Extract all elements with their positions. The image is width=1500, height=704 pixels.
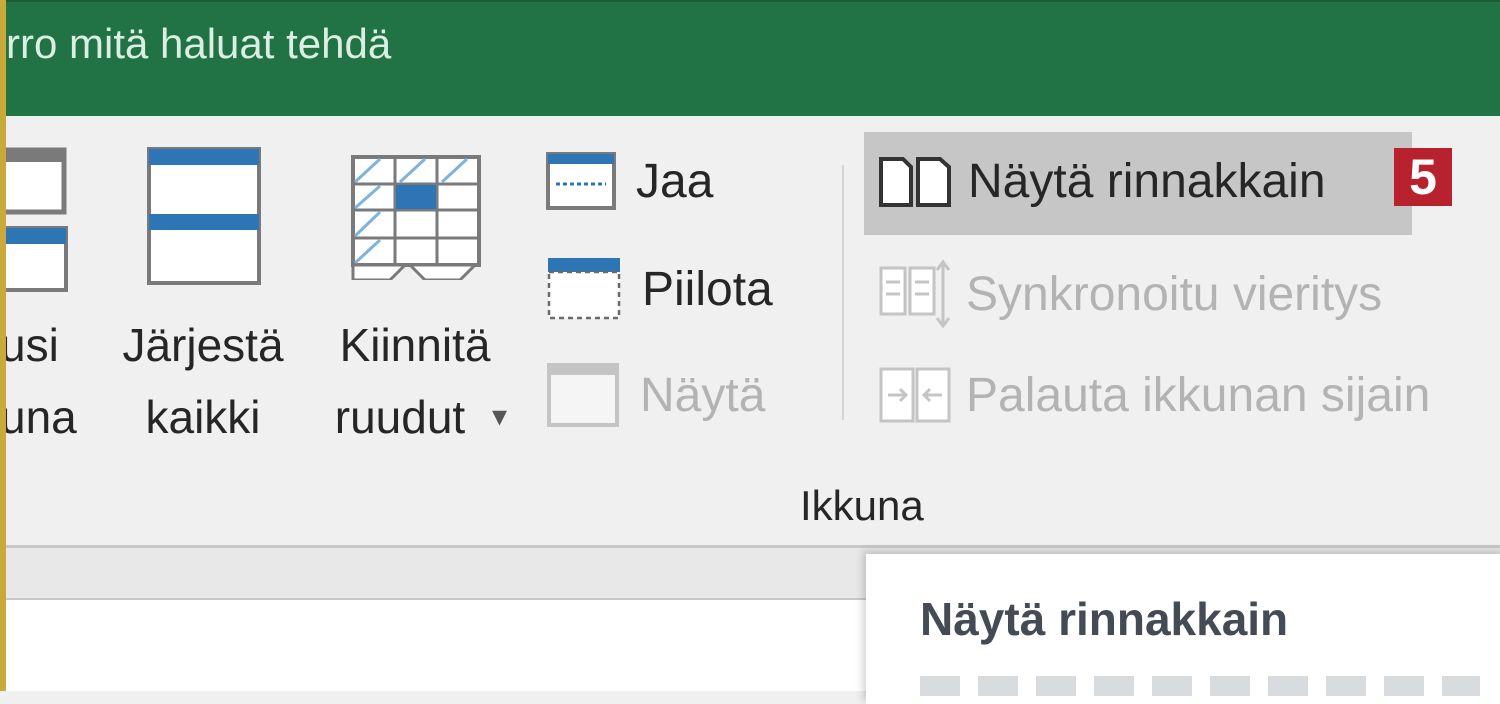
window-left-edge [0,0,6,691]
side-by-side-icon [879,156,951,207]
hide-button[interactable]: Piilota [546,256,773,322]
title-bar: rro mitä haluat tehdä [0,0,1500,116]
view-side-by-side-button[interactable]: Näytä rinnakkain [878,154,1326,209]
new-window-label-2: una [0,391,77,443]
new-window-label-1: usi [0,319,59,371]
freeze-panes-label-1: Kiinnitä [339,319,491,371]
freeze-panes-button[interactable]: Kiinnitä ruudut ▾ [310,146,530,446]
freeze-panes-label-2: ruudut [334,391,466,443]
arrange-all-icon [147,147,261,285]
split-button[interactable]: Jaa [546,152,713,210]
tooltip-title: Näytä rinnakkain [920,593,1289,645]
new-window-icon [0,147,68,292]
view-side-by-side-label: Näytä rinnakkain [968,155,1326,208]
tell-me-search-box[interactable]: rro mitä haluat tehdä [6,20,391,68]
sync-scrolling-label: Synkronoitu vieritys [966,267,1383,321]
split-label: Jaa [636,154,714,208]
group-divider [842,165,844,420]
unhide-label: Näytä [640,368,766,422]
tell-me-text: rro mitä haluat tehdä [6,20,392,67]
freeze-panes-icon [351,155,481,280]
split-icon [546,152,616,210]
reset-window-position-icon [879,367,951,423]
reset-window-position-button[interactable]: Palauta ikkunan sijain [878,366,1430,424]
sync-scrolling-icon [879,259,951,329]
sync-scrolling-button[interactable]: Synkronoitu vieritys [878,258,1382,330]
unhide-icon [547,363,619,427]
step-badge: 5 [1394,148,1452,206]
hide-icon [547,258,621,320]
arrange-all-label-1: Järjestä [122,319,284,371]
arrange-all-label-2: kaikki [145,391,261,443]
unhide-button[interactable]: Näytä [546,362,765,428]
group-label-window: Ikkuna [800,482,924,529]
tooltip-description-cutoff [920,676,1480,696]
chevron-down-icon: ▾ [492,400,508,433]
hide-label: Piilota [642,262,773,316]
reset-window-position-label: Palauta ikkunan sijain [966,368,1431,422]
tooltip: Näytä rinnakkain [866,554,1500,704]
new-window-button[interactable]: usi una [0,146,95,446]
arrange-all-button[interactable]: Järjestä kaikki [108,146,298,446]
